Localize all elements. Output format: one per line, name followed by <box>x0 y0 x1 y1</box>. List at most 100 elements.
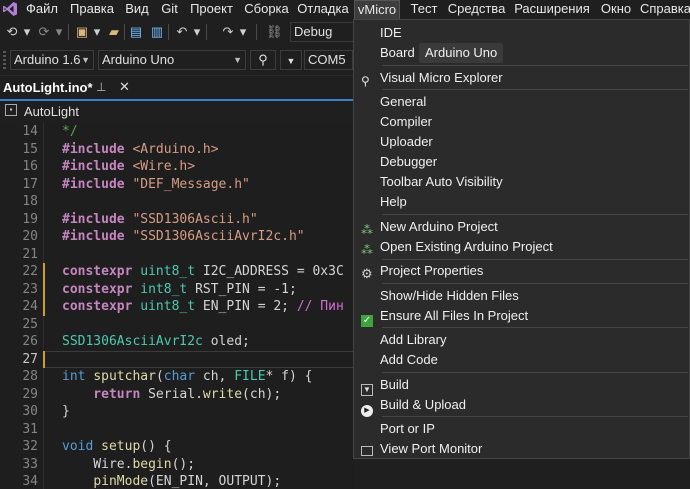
menu-0[interactable]: Файл <box>21 0 63 19</box>
back-icon[interactable]: ⟲ <box>4 22 20 42</box>
forward-icon[interactable]: ⟳ <box>36 22 52 42</box>
menu-item-build-upload[interactable]: ▶ Build & Upload <box>355 395 689 417</box>
save-all-icon[interactable]: ▥ <box>148 22 166 42</box>
menu-7[interactable]: vMicro <box>354 0 400 19</box>
platform-select[interactable]: Arduino 1.6 ▼ <box>10 50 94 70</box>
code-token: constexpr <box>62 264 133 279</box>
code-text: constexpr int8_t RST_PIN = -1; <box>62 281 297 299</box>
code-text: #include "SSD1306AsciiAvrI2c.h" <box>62 228 305 246</box>
menu-3[interactable]: Git <box>157 0 182 19</box>
code-text: #include "SSD1306Ascii.h" <box>62 211 258 229</box>
menu-item-help[interactable]: Help <box>355 192 689 212</box>
menu-12[interactable]: Справка <box>640 0 690 19</box>
menu-5[interactable]: Сборка <box>241 0 292 19</box>
menu-item-ide[interactable]: IDE <box>355 23 689 43</box>
line-number: 31 <box>22 421 38 437</box>
menu-item-label: Open Existing Arduino Project <box>380 238 553 254</box>
code-token: "SSD1306AsciiAvrI2c.h" <box>124 229 305 244</box>
tab-autolight-ino[interactable]: AutoLight.ino* ⊥ ✕ <box>0 77 138 99</box>
menu-item-add-code[interactable]: Add Code <box>355 350 689 370</box>
menu-item-view-port-monitor[interactable]: View Port Monitor <box>355 439 689 459</box>
checkbox-icon: ✓ <box>361 314 373 327</box>
menu-10[interactable]: Расширения <box>511 0 593 19</box>
code-token: SSD1306AsciiAvrI2c <box>62 334 203 349</box>
platform-value: Arduino 1.6 <box>14 52 81 67</box>
toolbar-overflow[interactable]: ▼ <box>280 50 302 70</box>
code-text: constexpr uint8_t I2C_ADDRESS = 0x3C <box>62 263 344 281</box>
chevron-down-icon[interactable]: ▾ <box>54 22 64 42</box>
menu-item-compiler[interactable]: Compiler <box>355 112 689 132</box>
menu-item-label: Build & Upload <box>380 396 466 412</box>
chevron-down-icon[interactable]: ▾ <box>22 22 32 42</box>
menu-item-new-arduino-project[interactable]: ⁂ New Arduino Project <box>355 217 689 237</box>
undo-icon[interactable]: ↶ <box>174 22 190 42</box>
separator <box>206 24 207 40</box>
code-token: () { <box>140 439 172 454</box>
code-token: // Пин <box>296 299 344 314</box>
line-number: 18 <box>22 194 38 209</box>
chevron-down-icon: ▼ <box>233 55 242 65</box>
menu-item-port-or-ip[interactable]: Port or IP <box>355 419 689 439</box>
menu-item-uploader[interactable]: Uploader <box>355 132 689 152</box>
menu-item-label: Add Library <box>380 332 447 348</box>
chevron-down-icon[interactable]: ▾ <box>192 22 202 42</box>
line-number: 23 <box>22 281 38 297</box>
menu-separator <box>382 214 688 215</box>
code-token: char <box>163 369 196 384</box>
code-token: #include <box>62 176 125 192</box>
visual-studio-logo-icon[interactable] <box>2 1 18 17</box>
board-search-button[interactable]: ⚲ <box>250 50 276 70</box>
monitor-icon <box>361 442 375 457</box>
open-folder-icon[interactable]: ▰ <box>106 22 122 42</box>
menu-item-board[interactable]: Board Arduino Uno <box>355 43 689 64</box>
menu-item-toolbar-auto-visibility[interactable]: Toolbar Auto Visibility <box>355 172 689 192</box>
code-token: ( <box>155 369 164 384</box>
menu-item-open-existing-arduino-project[interactable]: ⁂ Open Existing Arduino Project <box>355 237 689 257</box>
scope-label[interactable]: AutoLight <box>24 104 79 119</box>
toolbar-grip[interactable] <box>3 51 6 69</box>
configuration-select[interactable]: Debug <box>290 22 354 42</box>
line-number: 24 <box>22 299 38 314</box>
line-number: 19 <box>22 211 38 227</box>
port-select[interactable]: COM5 <box>304 50 353 70</box>
menu-separator <box>382 371 688 373</box>
save-icon[interactable]: ▤ <box>128 22 144 42</box>
link-icon[interactable]: ⛓ <box>266 22 283 42</box>
menu-9[interactable]: Средства <box>446 0 507 19</box>
board-select[interactable]: Arduino Uno ▼ <box>98 50 246 70</box>
menu-item-general[interactable]: General <box>355 92 689 112</box>
code-editor[interactable]: 14 15 16 17 18 19 20 21 22 23 24 25 26 27 28 29 30 31 32 33… <box>0 122 354 489</box>
code-token: setup <box>101 439 141 454</box>
chevron-down-icon: ▼ <box>81 55 90 65</box>
separator <box>124 24 125 40</box>
menu-item-add-library[interactable]: Add Library <box>355 330 689 350</box>
code-token: (EN_PIN, OUTPUT); <box>148 474 282 489</box>
line-number: 32 <box>22 439 38 454</box>
code-token: sputchar <box>93 369 156 384</box>
menu-item-debugger[interactable]: Debugger <box>355 152 689 172</box>
menu-item-project-properties[interactable]: ⚙ Project Properties <box>355 261 689 281</box>
menu-item-show-hide-hidden-files[interactable]: Show/Hide Hidden Files <box>355 286 689 306</box>
menu-4[interactable]: Проект <box>186 0 237 19</box>
code-token: write <box>202 386 243 402</box>
menu-1[interactable]: Правка <box>67 0 117 19</box>
menu-item-build[interactable]: ▼ Build <box>355 375 689 396</box>
new-item-icon[interactable]: ▣ <box>74 22 90 42</box>
menu-8[interactable]: Тест <box>406 0 442 19</box>
menu-item-label: Add Code <box>380 352 438 368</box>
chevron-down-icon[interactable]: ▾ <box>238 22 248 42</box>
menu-6[interactable]: Отладка <box>296 0 350 19</box>
menu-item-visual-micro-explorer[interactable]: ⚲ Visual Micro Explorer <box>355 68 689 88</box>
close-icon[interactable]: ✕ <box>119 79 130 95</box>
menu-11[interactable]: Окно <box>597 0 635 19</box>
code-token: RST_PIN = -1; <box>187 281 297 297</box>
chevron-down-icon[interactable]: ▾ <box>92 22 102 42</box>
redo-icon[interactable]: ↷ <box>220 22 236 42</box>
menu-item-ensure-all-files-in-project[interactable]: ✓ Ensure All Files In Project <box>355 306 689 327</box>
menu-2[interactable]: Вид <box>121 0 153 19</box>
upload-icon: ▶ <box>361 398 375 417</box>
code-token: void <box>62 439 94 454</box>
pin-icon[interactable]: ⊥ <box>96 80 106 94</box>
